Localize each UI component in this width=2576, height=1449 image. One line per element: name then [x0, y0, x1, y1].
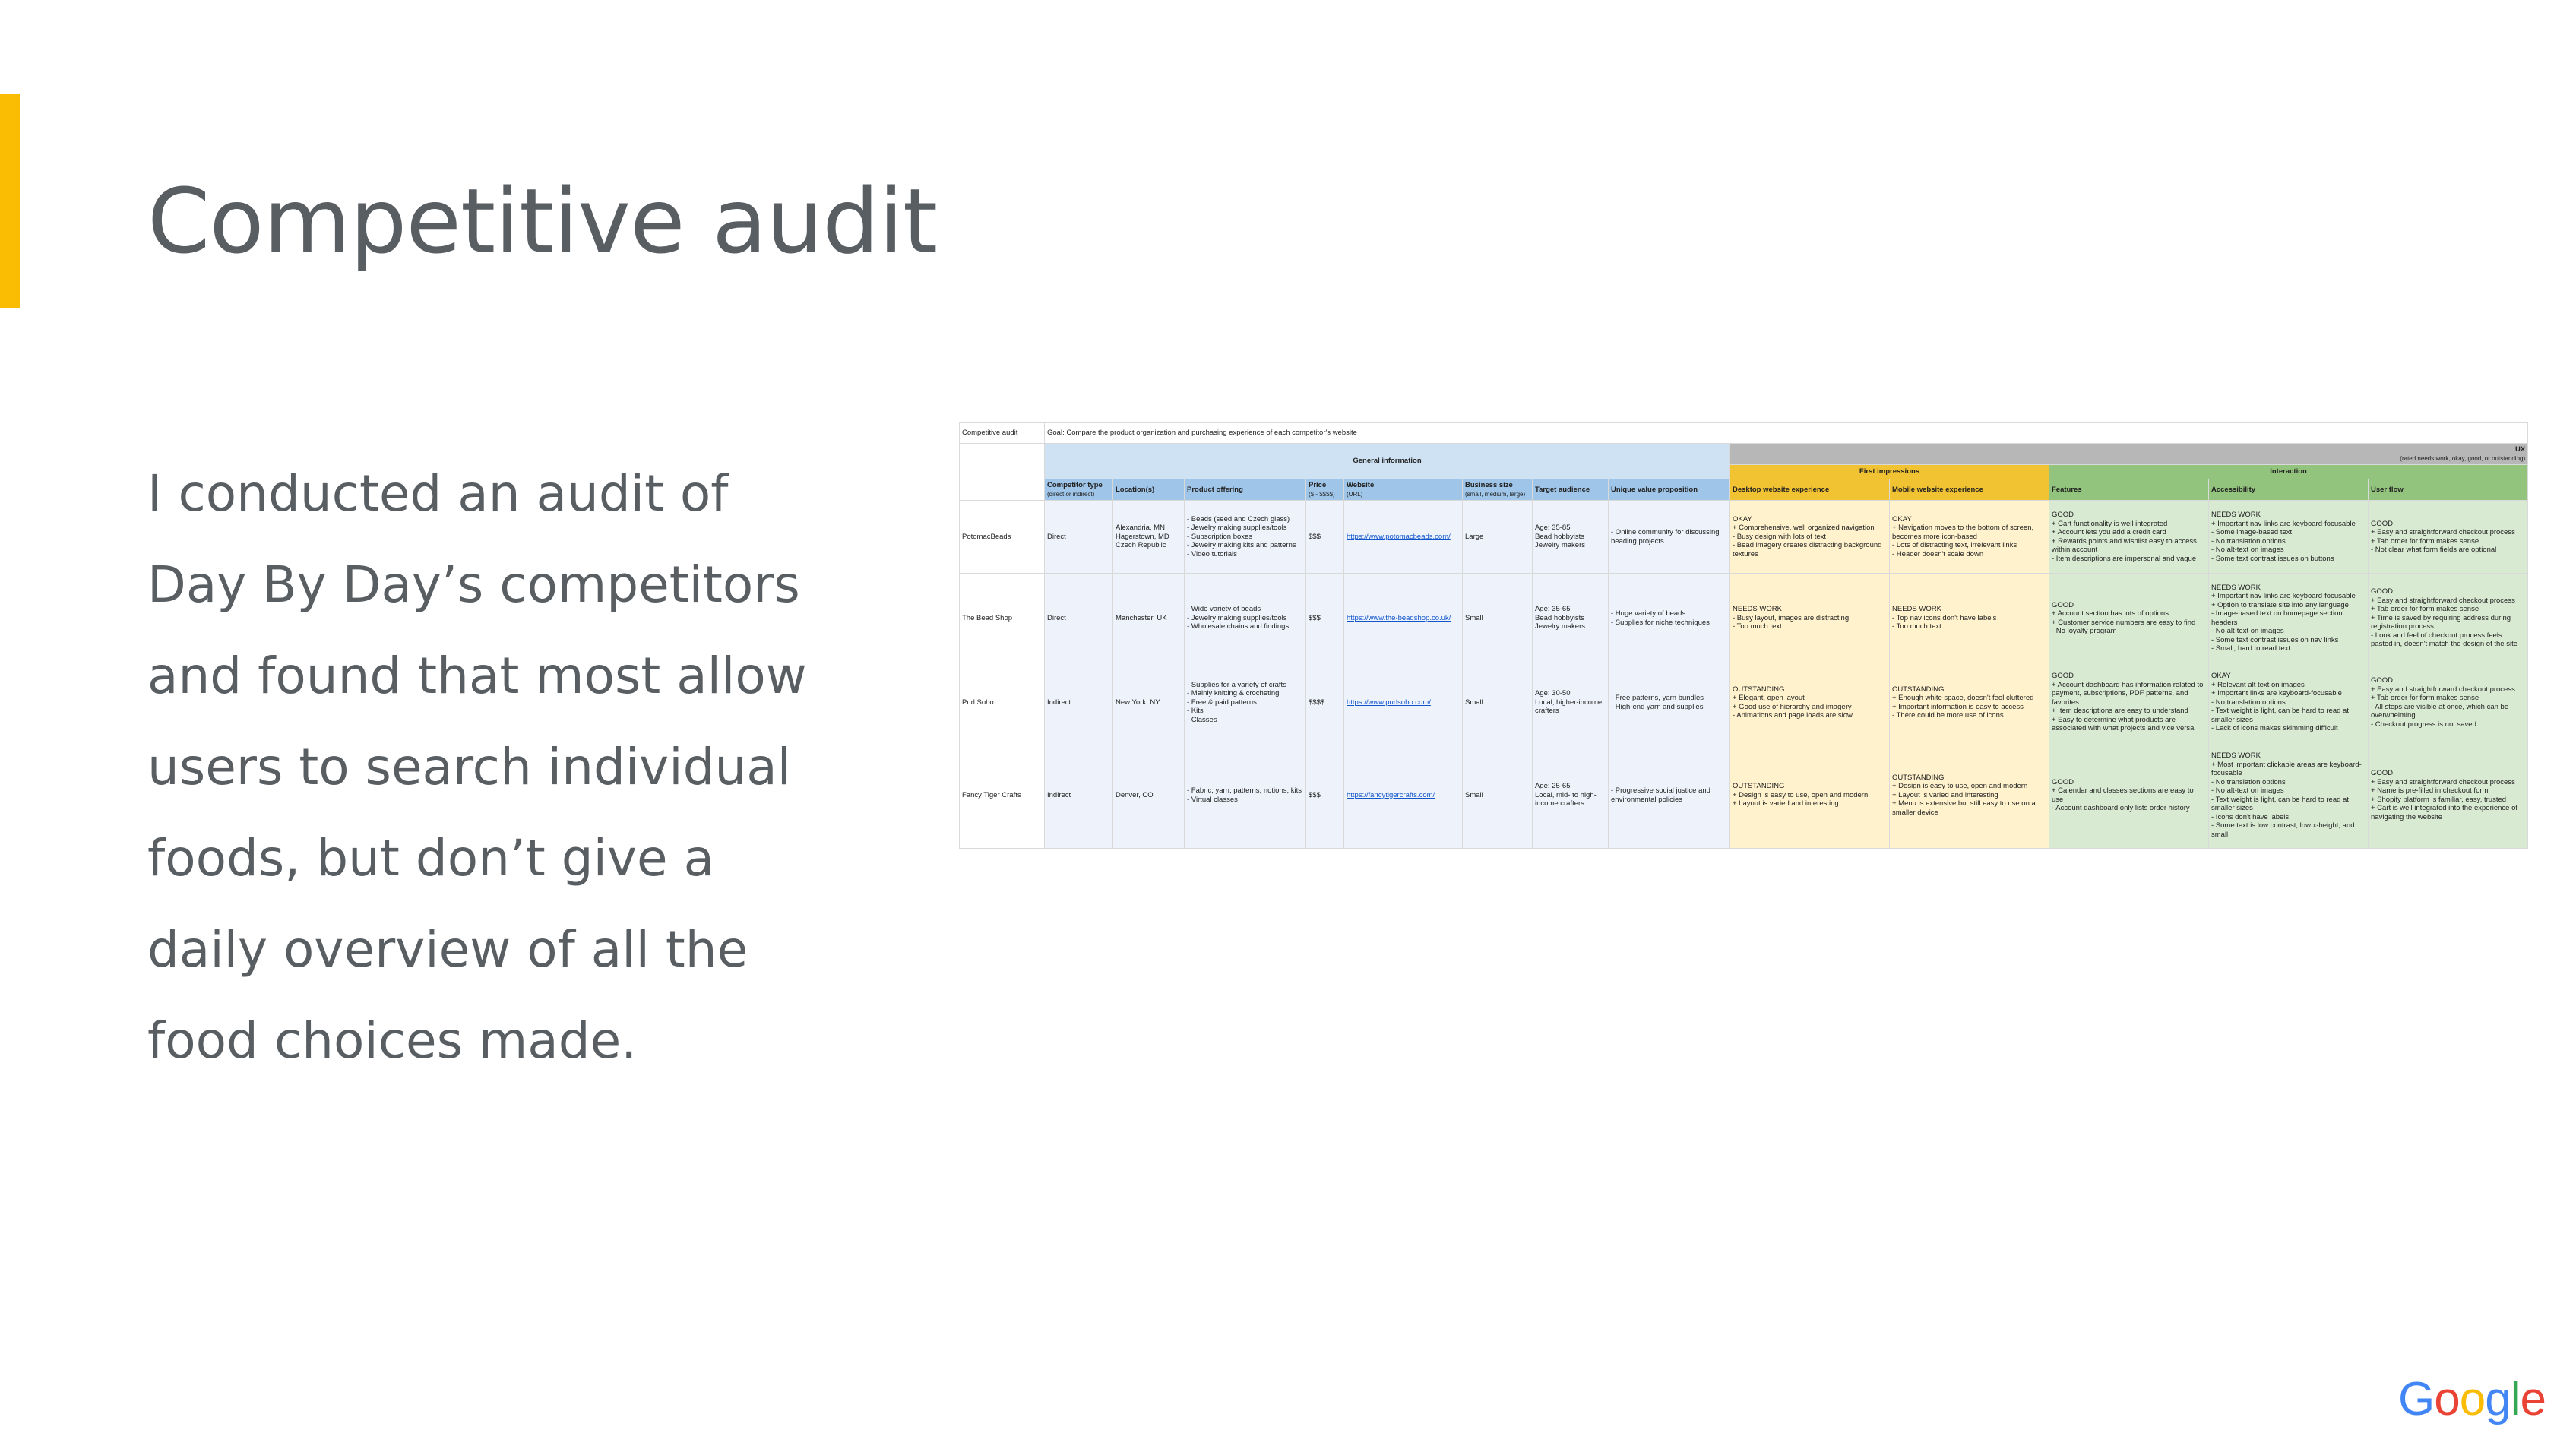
table-row: Fancy Tiger Crafts Indirect Denver, CO -… — [959, 742, 2529, 849]
cell-type: Direct — [1044, 500, 1113, 574]
header-product-offering: Product offering — [1184, 479, 1306, 501]
cell-uvp: - Online community for discussing beadin… — [1608, 500, 1730, 574]
table-row: Purl Soho Indirect New York, NY - Suppli… — [959, 663, 2529, 742]
cell-desktop: OKAY + Comprehensive, well organized nav… — [1729, 500, 1890, 574]
cell-mobile: OUTSTANDING + Enough white space, doesn'… — [1889, 663, 2049, 742]
row-name: Fancy Tiger Crafts — [959, 742, 1045, 849]
cell-accessibility: OKAY + Relevant alt text on images + Imp… — [2208, 663, 2369, 742]
cell-type: Indirect — [1044, 742, 1113, 849]
table-row: PotomacBeads Direct Alexandria, MN Hager… — [959, 500, 2529, 574]
cell-features: GOOD + Account dashboard has information… — [2049, 663, 2209, 742]
header-locations: Location(s) — [1112, 479, 1185, 501]
group-general-information: General information — [1044, 443, 1730, 479]
accent-bar — [0, 94, 20, 308]
cell-location: Alexandria, MN Hagerstown, MD Czech Repu… — [1112, 500, 1185, 574]
cell-website: https://www.the-beadshop.co.uk/ — [1343, 573, 1463, 663]
group-interaction: Interaction — [2048, 464, 2529, 479]
website-link[interactable]: https://www.the-beadshop.co.uk/ — [1347, 614, 1451, 622]
logo-letter: e — [2520, 1373, 2546, 1425]
cell-mobile: OUTSTANDING + Design is easy to use, ope… — [1889, 742, 2049, 849]
header-accessibility: Accessibility — [2208, 479, 2369, 501]
group-ux-label: UX — [2514, 445, 2526, 454]
goal-cell: Goal: Compare the product organization a… — [1043, 422, 2529, 444]
cell-price: $$$$ — [1305, 663, 1344, 742]
cell-accessibility: NEEDS WORK + Most important clickable ar… — [2208, 742, 2369, 849]
cell-accessibility: NEEDS WORK + Important nav links are key… — [2208, 500, 2369, 574]
group-ux: UX (rated needs work, okay, good, or outs… — [1729, 443, 2529, 465]
cell-size: Small — [1462, 663, 1533, 742]
header-target-audience: Target audience — [1532, 479, 1609, 501]
header-features: Features — [2049, 479, 2209, 501]
cell-mobile: OKAY + Navigation moves to the bottom of… — [1889, 500, 2049, 574]
cell-offering: - Supplies for a variety of crafts - Mai… — [1184, 663, 1306, 742]
logo-letter: l — [2510, 1373, 2521, 1425]
cell-audience: Age: 35-85 Bead hobbyists Jewelry makers — [1532, 500, 1609, 574]
cell-user-flow: GOOD + Easy and straightforward checkout… — [2367, 663, 2529, 742]
google-logo: Google — [2398, 1372, 2546, 1426]
audit-table: Competitive audit Goal: Compare the prod… — [959, 422, 2529, 849]
logo-letter: g — [2485, 1373, 2511, 1425]
cell-uvp: - Huge variety of beads - Supplies for n… — [1608, 573, 1730, 663]
cell-mobile: NEEDS WORK - Top nav icons don't have la… — [1889, 573, 2049, 663]
corner-cell — [959, 443, 1045, 501]
cell-size: Large — [1462, 500, 1533, 574]
cell-user-flow: GOOD + Easy and straightforward checkout… — [2367, 500, 2529, 574]
row-name: Purl Soho — [959, 663, 1045, 742]
website-link[interactable]: https://fancytigercrafts.com/ — [1347, 791, 1435, 799]
cell-location: Denver, CO — [1112, 742, 1185, 849]
cell-audience: Age: 25-65 Local, mid- to high-income cr… — [1532, 742, 1609, 849]
cell-desktop: OUTSTANDING + Design is easy to use, ope… — [1729, 742, 1890, 849]
body-paragraph: I conducted an audit of Day By Day’s com… — [147, 464, 807, 1070]
competitive-audit-spreadsheet: Competitive audit Goal: Compare the prod… — [959, 422, 2529, 849]
page-title: Competitive audit — [147, 169, 938, 274]
cell-audience: Age: 30-50 Local, higher-income crafters — [1532, 663, 1609, 742]
cell-features: GOOD + Cart functionality is well integr… — [2049, 500, 2209, 574]
cell-accessibility: NEEDS WORK + Important nav links are key… — [2208, 573, 2369, 663]
cell-location: New York, NY — [1112, 663, 1185, 742]
table-row: The Bead Shop Direct Manchester, UK - Wi… — [959, 573, 2529, 663]
group-first-impressions: First impressions — [1729, 464, 2049, 479]
cell-user-flow: GOOD + Easy and straightforward checkout… — [2367, 742, 2529, 849]
header-mobile: Mobile website experience — [1889, 479, 2049, 501]
header-price: Price ($ - $$$$) — [1305, 479, 1344, 501]
cell-features: GOOD + Account section has lots of optio… — [2049, 573, 2209, 663]
cell-website: https://fancytigercrafts.com/ — [1343, 742, 1463, 849]
row-name: The Bead Shop — [959, 573, 1045, 663]
logo-letter: G — [2398, 1373, 2435, 1425]
cell-offering: - Beads (seed and Czech glass) - Jewelry… — [1184, 500, 1306, 574]
cell-offering: - Wide variety of beads - Jewelry making… — [1184, 573, 1306, 663]
cell-type: Indirect — [1044, 663, 1113, 742]
logo-letter: o — [2459, 1373, 2486, 1425]
cell-desktop: NEEDS WORK - Busy layout, images are dis… — [1729, 573, 1890, 663]
cell-website: https://www.purlsoho.com/ — [1343, 663, 1463, 742]
group-ux-note: (rated needs work, okay, good, or outsta… — [2400, 454, 2526, 462]
cell-uvp: - Free patterns, yarn bundles - High-end… — [1608, 663, 1730, 742]
cell-price: $$$ — [1305, 742, 1344, 849]
header-desktop: Desktop website experience — [1729, 479, 1890, 501]
cell-type: Direct — [1044, 573, 1113, 663]
website-link[interactable]: https://www.purlsoho.com/ — [1347, 698, 1431, 707]
cell-uvp: - Progressive social justice and environ… — [1608, 742, 1730, 849]
header-website: Website (URL) — [1343, 479, 1463, 501]
cell-price: $$$ — [1305, 573, 1344, 663]
cell-website: https://www.potomacbeads.com/ — [1343, 500, 1463, 574]
cell-size: Small — [1462, 742, 1533, 849]
cell-size: Small — [1462, 573, 1533, 663]
header-uvp: Unique value proposition — [1608, 479, 1730, 501]
cell-user-flow: GOOD + Easy and straightforward checkout… — [2367, 573, 2529, 663]
cell-price: $$$ — [1305, 500, 1344, 574]
cell-location: Manchester, UK — [1112, 573, 1185, 663]
logo-letter: o — [2434, 1373, 2460, 1425]
cell-audience: Age: 35-65 Bead hobbyists Jewelry makers — [1532, 573, 1609, 663]
row-name: PotomacBeads — [959, 500, 1045, 574]
header-business-size: Business size (small, medium, large) — [1462, 479, 1533, 501]
header-competitor-type: Competitor type (direct or indirect) — [1044, 479, 1113, 501]
website-link[interactable]: https://www.potomacbeads.com/ — [1347, 533, 1451, 541]
cell-desktop: OUTSTANDING + Elegant, open layout + Goo… — [1729, 663, 1890, 742]
header-user-flow: User flow — [2367, 479, 2529, 501]
cell-features: GOOD + Calendar and classes sections are… — [2049, 742, 2209, 849]
cell-offering: - Fabric, yarn, patterns, notions, kits … — [1184, 742, 1306, 849]
sheet-title: Competitive audit — [959, 422, 1045, 444]
